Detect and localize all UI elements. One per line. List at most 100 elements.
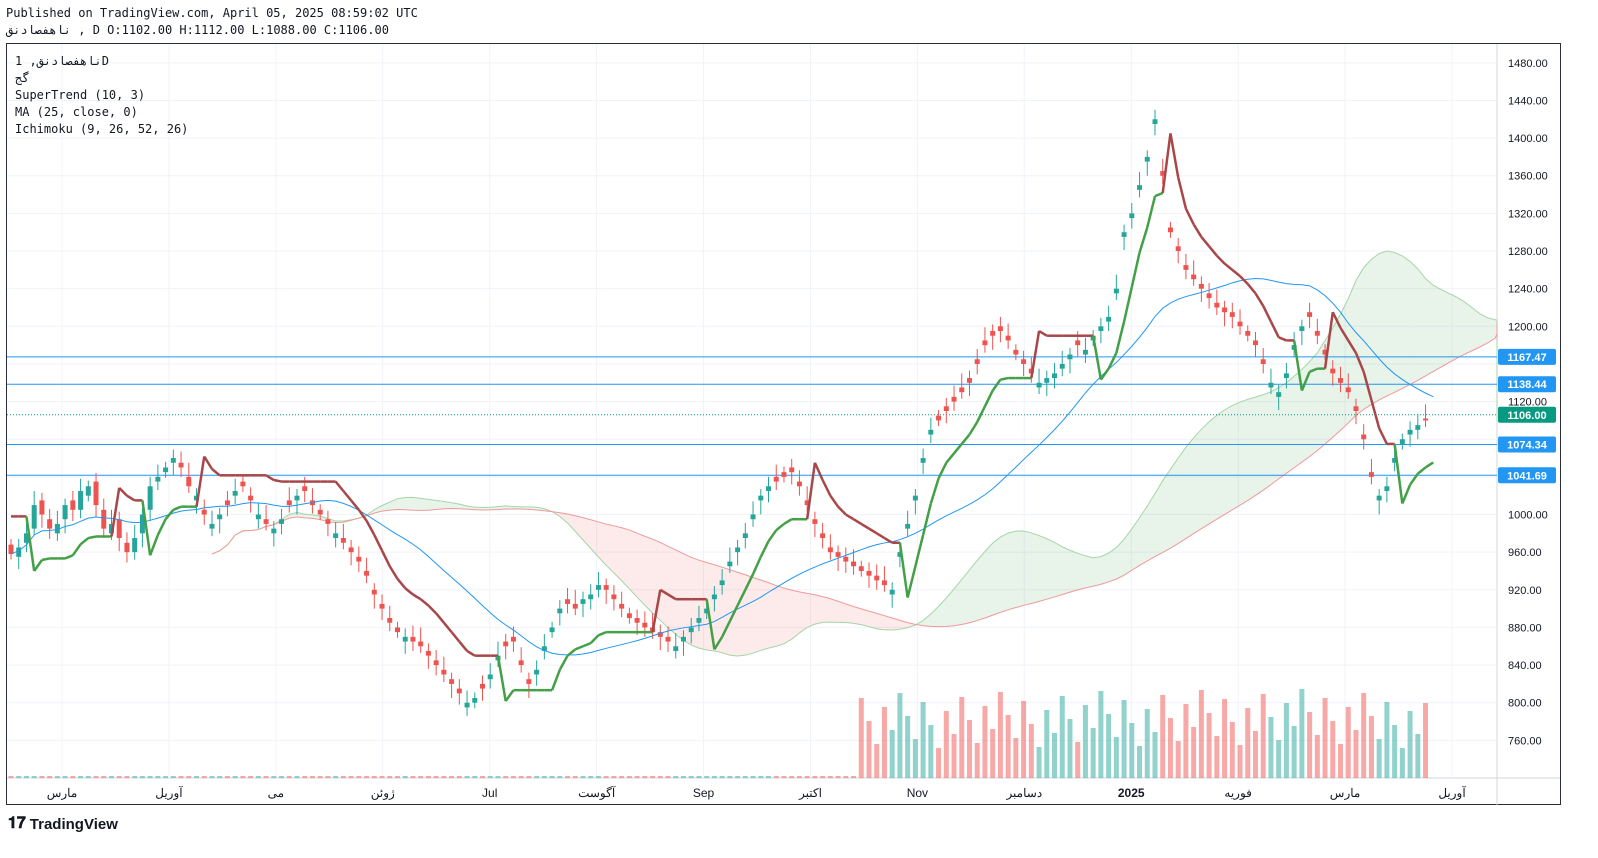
cloud-segment: [1441, 289, 1449, 368]
candle-body: [8, 544, 14, 555]
candle-body: [1384, 486, 1390, 491]
volume-bar: [796, 776, 802, 778]
cloud-segment: [984, 543, 993, 619]
candle-body: [1276, 392, 1282, 397]
volume-bar: [1268, 717, 1274, 778]
candle-body: [565, 599, 571, 604]
candle-body: [1245, 331, 1251, 336]
candle-body: [1144, 156, 1150, 162]
volume-bar: [928, 725, 934, 778]
candle-body: [1121, 232, 1127, 237]
volume-bar: [1214, 736, 1220, 778]
candle-body: [348, 547, 354, 553]
volume-bar: [1368, 716, 1374, 778]
y-tick-label: 1480.00: [1508, 58, 1548, 70]
supertrend-segment: [751, 556, 762, 575]
candle-body: [201, 509, 207, 515]
cloud-segment: [1085, 555, 1094, 588]
candle-body: [147, 486, 153, 510]
price-chart[interactable]: 1167.47 1138.44 1074.34 1041.69 1106.00 760.…: [0, 0, 1598, 858]
candle-body: [425, 650, 431, 656]
candle-body: [959, 387, 965, 393]
volume-bar: [101, 776, 107, 778]
y-tick-label: 1280.00: [1508, 246, 1548, 258]
candle-body: [997, 326, 1003, 332]
candle-body: [1237, 321, 1243, 327]
candle-body: [595, 585, 601, 590]
volume-bar: [410, 776, 416, 778]
candle-body: [1407, 429, 1413, 435]
cloud-segment: [675, 549, 684, 641]
supertrend-segment: [365, 520, 376, 536]
supertrend-segment: [1254, 292, 1265, 307]
candle-body: [263, 519, 269, 524]
supertrend-segment: [79, 537, 90, 546]
candle-body: [1067, 354, 1073, 360]
x-tick-label: می: [268, 786, 284, 800]
legend-supertrend[interactable]: SuperTrend (10, 3): [15, 88, 145, 102]
volume-bar: [1237, 745, 1243, 778]
volume-bar: [1283, 703, 1289, 778]
supertrend-segment: [71, 543, 82, 557]
cloud-segment: [405, 497, 413, 511]
supertrend-segment: [172, 505, 182, 511]
candle-body: [1345, 387, 1351, 393]
candle-body: [928, 429, 934, 435]
legend-ichimoku[interactable]: Ichimoku (9, 26, 52, 26): [15, 122, 188, 136]
candle-body: [317, 509, 323, 515]
volume-bar: [1314, 735, 1320, 778]
cloud-segment: [830, 598, 839, 623]
volume-bar: [974, 743, 980, 778]
candle-body: [217, 514, 223, 520]
candle-body: [379, 603, 385, 609]
supertrend-segment: [1138, 227, 1149, 253]
candle-body: [742, 533, 748, 539]
supertrend-segment: [458, 640, 469, 652]
x-tick-label: Sep: [693, 786, 715, 800]
cloud-segment: [876, 613, 885, 630]
volume-bar: [758, 776, 764, 778]
cloud-segment: [1224, 405, 1233, 515]
y-tick-label: 1440.00: [1508, 95, 1548, 107]
legend-ma[interactable]: MA (25, close, 0): [15, 105, 138, 119]
candle-body: [680, 636, 686, 642]
supertrend-segment: [388, 565, 399, 580]
supertrend-segment: [582, 641, 592, 648]
candle-body: [286, 500, 292, 506]
candle-body: [325, 519, 331, 524]
legend-symbol[interactable]: ناهفصادنق, 1D: [15, 54, 109, 68]
volume-bar: [1229, 722, 1235, 778]
candle-body: [580, 599, 586, 604]
volume-bar: [116, 776, 122, 778]
candle-body: [1059, 363, 1065, 369]
cloud-segment: [1371, 253, 1380, 405]
volume-bar: [1044, 710, 1050, 778]
candle-body: [340, 538, 346, 543]
candle-body: [418, 641, 424, 647]
candle-body: [1021, 359, 1027, 364]
candle-body: [665, 636, 671, 642]
volume-bar: [1075, 742, 1081, 778]
supertrend-segment: [558, 655, 569, 671]
cloud-segment: [1077, 553, 1086, 590]
volume-bar: [1260, 694, 1266, 778]
supertrend-segment: [914, 534, 925, 567]
volume-bar: [619, 776, 625, 778]
x-tick-label: 2025: [1118, 786, 1145, 800]
candle-body: [557, 608, 563, 614]
candle-body: [642, 622, 648, 628]
candle-body: [1368, 472, 1374, 477]
candle-body: [750, 514, 756, 520]
volume-bar: [735, 776, 741, 778]
cloud-segment: [930, 606, 939, 627]
candle-body: [851, 561, 857, 567]
hline-price-label: 1167.47: [1507, 352, 1546, 364]
cloud-segment: [1479, 313, 1488, 348]
volume-bar: [1067, 719, 1073, 778]
volume-bar: [1144, 709, 1150, 778]
supertrend-segment: [1122, 286, 1134, 322]
supertrend-segment: [450, 631, 461, 643]
cloud-segment: [1379, 251, 1387, 400]
tradingview-logo[interactable]: 𝟏𝟕 TradingView: [8, 815, 118, 833]
cloud-segment: [1023, 531, 1032, 606]
